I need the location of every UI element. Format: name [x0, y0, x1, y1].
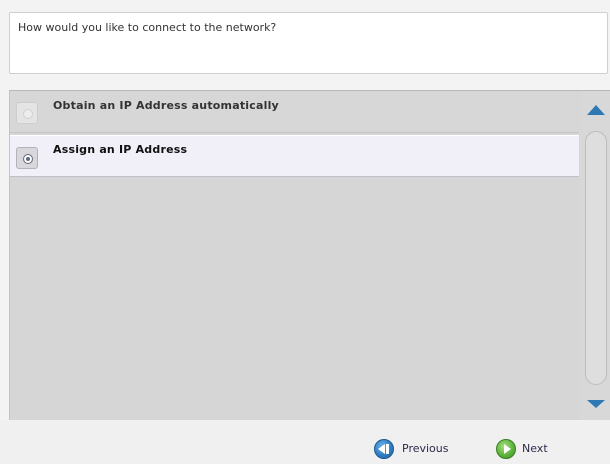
scroll-track[interactable] [585, 131, 607, 385]
question-text: How would you like to connect to the net… [18, 21, 277, 34]
options-list: Obtain an IP Address automatically Assig… [9, 90, 580, 420]
radio-dot-icon [23, 109, 33, 119]
previous-label: Previous [402, 442, 449, 455]
option-label: Assign an IP Address [53, 143, 188, 156]
vertical-scrollbar[interactable] [580, 90, 610, 420]
question-box: How would you like to connect to the net… [9, 12, 608, 74]
previous-icon [374, 439, 394, 459]
radio-dot-icon [23, 154, 33, 164]
option-assign-ip-address[interactable]: Assign an IP Address [10, 135, 579, 177]
radio-button-unselected[interactable] [16, 102, 38, 124]
arrow-up-icon[interactable] [587, 105, 605, 115]
next-label: Next [522, 442, 548, 455]
option-label: Obtain an IP Address automatically [53, 99, 279, 112]
arrow-down-icon[interactable] [587, 400, 605, 408]
footer-bar: Previous Next [0, 420, 610, 464]
option-obtain-ip-automatically[interactable]: Obtain an IP Address automatically [10, 91, 579, 133]
next-icon [496, 439, 516, 459]
radio-button-selected[interactable] [16, 147, 38, 169]
